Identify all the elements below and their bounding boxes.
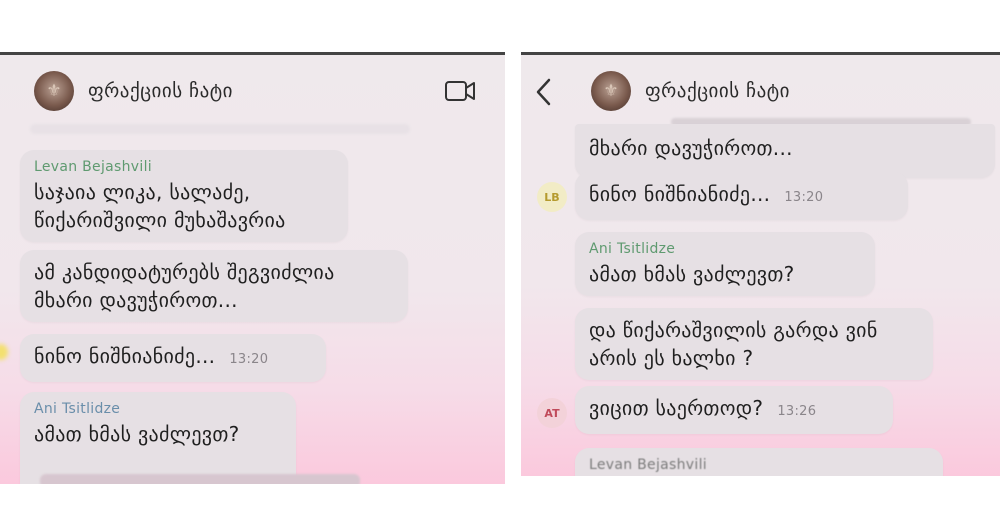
message-text: არის ეს ხალხი ? — [589, 346, 754, 370]
chat-title: ფრაქციის ჩატი — [88, 80, 234, 102]
video-call-icon[interactable] — [445, 80, 475, 106]
message-bubble[interactable]: Levan Bejashvili საჯაია ლიკა, სალაძე, წი… — [20, 150, 348, 242]
message-bubble[interactable]: Levan Bejashvili — [575, 448, 943, 476]
sender-name: Levan Bejashvili — [589, 457, 707, 473]
message-text: წიქარიშვილი მუხაშავრია — [34, 208, 286, 232]
message-time: 13:26 — [777, 404, 817, 419]
message-text: მხარი დავუჭიროთ... — [34, 288, 238, 312]
message-bubble[interactable]: ნინო ნიშნიანიძე... 13:20 — [575, 172, 908, 220]
message-text: ვიცით საერთოდ? — [589, 396, 764, 420]
message-text: ამათ ხმას ვაძლევთ? — [589, 262, 795, 286]
message-bubble[interactable]: Ani Tsitlidze ამათ ხმას ვაძლევთ? — [20, 392, 296, 484]
group-avatar[interactable]: ⚜ — [591, 71, 631, 111]
message-time: 13:20 — [784, 190, 824, 205]
message-bubble[interactable]: Ani Tsitlidze ამათ ხმას ვაძლევთ? — [575, 232, 875, 296]
sender-name: Ani Tsitlidze — [34, 401, 121, 417]
message-bubble[interactable]: ნინო ნიშნიანიძე... 13:20 — [20, 334, 326, 382]
blurred-text — [30, 124, 410, 134]
sender-name: Ani Tsitlidze — [589, 241, 676, 257]
chat-header: ⚜ ფრაქციის ჩატი — [521, 55, 1000, 127]
chat-screenshot-right: ⚜ ფრაქციის ჩატი მხარი დავუჭიროთ... LB ნი… — [521, 52, 1000, 476]
message-text: ნინო ნიშნიანიძე... — [589, 182, 771, 206]
message-bubble[interactable]: ამ კანდიდატურებს შეგვიძლია მხარი დავუჭირ… — [20, 250, 408, 322]
chat-header: ⚜ ფრაქციის ჩატი — [0, 55, 505, 127]
blurred-text — [40, 474, 360, 484]
group-avatar[interactable]: ⚜ — [34, 71, 74, 111]
avatar-at: AT — [537, 398, 567, 428]
sender-avatar — [0, 344, 8, 360]
message-text: და წიქარაშვილის გარდა ვინ — [589, 318, 878, 342]
sender-name: Levan Bejashvili — [34, 159, 152, 175]
message-text: ნინო ნიშნიანიძე... — [34, 344, 216, 368]
message-text: ამათ ხმას ვაძლევთ? — [34, 422, 240, 446]
message-bubble[interactable]: მხარი დავუჭიროთ... — [575, 124, 995, 178]
message-text: ამ კანდიდატურებს შეგვიძლია — [34, 260, 335, 284]
message-text: საჯაია ლიკა, სალაძე, — [34, 180, 251, 204]
avatar-lb: LB — [537, 182, 567, 212]
message-bubble[interactable]: ვიცით საერთოდ? 13:26 — [575, 386, 893, 434]
message-text: მხარი დავუჭიროთ... — [589, 136, 793, 160]
back-chevron-icon[interactable] — [535, 78, 551, 110]
chat-screenshot-left: ⚜ ფრაქციის ჩატი Levan Bejashvili საჯაია … — [0, 52, 505, 484]
message-bubble[interactable]: და წიქარაშვილის გარდა ვინ არის ეს ხალხი … — [575, 308, 933, 380]
message-time: 13:20 — [229, 352, 269, 367]
chat-title: ფრაქციის ჩატი — [645, 80, 791, 102]
